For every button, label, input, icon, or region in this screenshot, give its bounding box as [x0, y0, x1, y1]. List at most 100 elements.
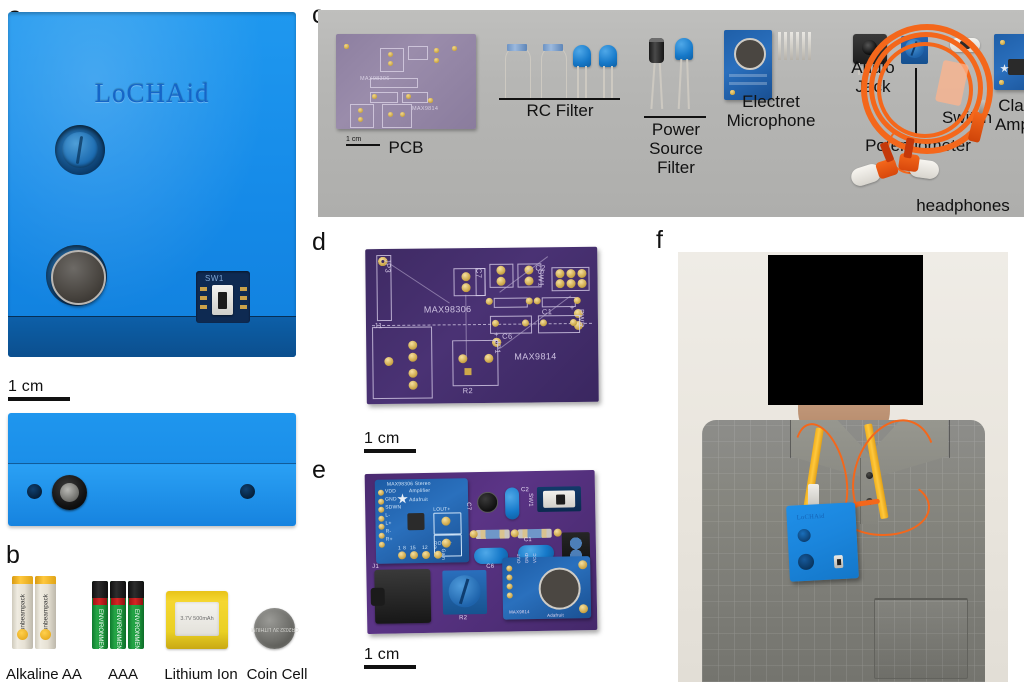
component-label-electret-microphone: Electret Microphone [726, 92, 816, 131]
battery-lipo-window: 3.7V 500mAh [175, 602, 219, 636]
silkscreen-c7: C7 [474, 267, 484, 279]
resistor-2 [517, 528, 552, 539]
silkscreen-c7-e: C7 [465, 502, 472, 511]
audio-jack-port[interactable] [52, 475, 87, 510]
breakout-pin-rminus: R- [385, 528, 392, 535]
battery-label: AAA [107, 666, 138, 683]
breakout-brand: Adafruit [409, 496, 428, 504]
breakout-pin-vdd: VDD [384, 488, 397, 495]
component-header-pins-silver [778, 32, 811, 60]
panel-a-enclosure-top-photo: LoCHAid SW1 [8, 12, 296, 357]
component-electret-microphone [724, 30, 772, 100]
figure-canvas: a LoCHAid SW1 1 cm [0, 0, 1024, 691]
potentiometer-knob[interactable] [55, 125, 105, 175]
component-pcb: MAX98306 MAX9814 [336, 34, 476, 129]
battery-aaa-brand-text: ENVIRONMENT [133, 609, 139, 654]
breakout-pin-lplus: L+ [385, 520, 392, 527]
battery-cell-aa: sunbeampack [35, 576, 56, 649]
bare-pcb-board: JP3 MAX98306 MAX9814 C7 C2 SW1 + PWR C6 … [365, 246, 599, 405]
silkscreen-c6-e: C6 [486, 563, 495, 570]
switch-sw1-module[interactable] [536, 486, 582, 513]
silkscreen-plus-2: + [494, 329, 499, 339]
silkscreen-j1-e: J1 [372, 563, 380, 570]
breakout-pin-gnd: GND [385, 496, 397, 503]
panel-f-person-wearing-device: LoCHAid [678, 252, 1008, 682]
assembled-pcb-board: MAX98306 Stereo Amplifier Adafruit VDD G… [364, 470, 598, 634]
battery-aa-brand-text: sunbeampack [42, 594, 49, 635]
breakout-subtitle: Amplifier [408, 487, 431, 495]
power-switch-module[interactable]: SW1 [196, 271, 250, 323]
component-underline-rc-filter [499, 98, 620, 100]
switch-body[interactable] [212, 285, 233, 315]
component-label-pcb: PCB [388, 138, 424, 157]
breakout-title: MAX98306 Stereo [386, 480, 431, 488]
battery-cell-coin: CR2032 3V LITHIUM [250, 608, 299, 649]
battery-group-alkaline-aa: sunbeampack sunbeampack [12, 576, 56, 649]
enclosure-emboss-text: LoCHAid [94, 78, 210, 108]
silkscreen-c1-e: C1 [523, 537, 532, 544]
mic-brand: Adafruit [547, 612, 564, 618]
battery-group-aaa: ENVIRONMENT ENVIRONMENT ENVIRONMENT [92, 581, 144, 653]
worn-device-potentiometer [797, 528, 811, 543]
panel-c-components-tray: MAX98306 MAX9814 1 cm PCB RC Filter Powe… [318, 10, 1024, 217]
lanyard-hole-right [240, 484, 255, 499]
microphone-port [46, 245, 107, 306]
face-redaction-box [768, 255, 923, 405]
panel-letter-f: f [656, 226, 663, 254]
resistor-1 [475, 529, 510, 540]
scalebar-label-d: 1 cm [364, 430, 400, 447]
worn-device-emboss-text: LoCHAid [796, 512, 825, 522]
battery-coin-text: CR2032 3V LITHIUM [250, 625, 299, 632]
adafruit-star-logo [397, 493, 408, 504]
audio-jack-module[interactable] [374, 568, 432, 624]
component-label-power-source-filter: Power Source Filter [649, 120, 703, 178]
scalebar-line-a [8, 396, 70, 401]
microphone-capsule [51, 250, 106, 305]
potentiometer-knob-cap [62, 132, 98, 168]
max9814-microphone-module: OUT GND VCC Adafruit MAX9814 [502, 552, 592, 620]
component-label-rc-filter: RC Filter [526, 101, 594, 120]
breakout-pin-rplus: R+ [385, 536, 393, 543]
worn-device-switch [833, 554, 844, 569]
breakout-pin-lminus: L- [385, 512, 391, 519]
blue-capacitor-c2 [504, 487, 520, 520]
switch-pads-left [200, 287, 207, 313]
scalebar-panel-e: 1 cm [364, 646, 416, 669]
lanyard-hole-left [27, 484, 42, 499]
mic-part-number: MAX9814 [509, 609, 530, 615]
battery-group-coin-cell: CR2032 3V LITHIUM [250, 608, 299, 649]
battery-cell-aaa: ENVIRONMENT [128, 581, 144, 653]
battery-cell-aa: sunbeampack [12, 576, 33, 649]
breakout-pin-sdwn: SDWN [385, 504, 402, 511]
battery-label: Alkaline AA [6, 666, 82, 683]
microphone-capsule-e [538, 567, 582, 610]
enclosure-side-shell [8, 413, 296, 526]
silkscreen-max9814: MAX9814 [514, 351, 557, 362]
worn-lochaid-device: LoCHAid [786, 502, 859, 582]
max98306-breakout-module: MAX98306 Stereo Amplifier Adafruit VDD G… [374, 478, 470, 564]
battery-cell-aaa: ENVIRONMENT [92, 581, 108, 653]
lanyard-clip [808, 484, 819, 506]
panel-a-enclosure-side-photo [8, 413, 296, 526]
pcb-silkscreen-max9814: MAX9814 [412, 106, 439, 112]
scalebar-line-e [364, 664, 416, 669]
scalebar-line-d [364, 448, 416, 453]
mic-pin-gnd: GND [524, 552, 530, 564]
battery-cell-aaa: ENVIRONMENT [110, 581, 126, 653]
mic-pin-vcc: VCC [532, 553, 538, 564]
mic-pin-out: OUT [516, 553, 522, 564]
battery-lipo-text: 3.7V 500mAh [180, 616, 214, 622]
switch-silkscreen-label: SW1 [205, 274, 224, 283]
scalebar-label-e: 1 cm [364, 646, 400, 663]
silkscreen-r2-e: R2 [459, 615, 468, 622]
battery-cell-lipo: 3.7V 500mAh [166, 591, 228, 649]
component-rc-filter [503, 32, 621, 99]
scalebar-label-a: 1 cm [8, 378, 44, 395]
electrolytic-capacitor-c7 [476, 491, 499, 514]
battery-label: Lithium Ion [164, 666, 238, 683]
component-underline-power-filter [644, 116, 706, 118]
switch-lever[interactable] [218, 292, 227, 309]
potentiometer-r2[interactable] [442, 569, 488, 615]
battery-group-lithium-ion: 3.7V 500mAh [166, 591, 228, 649]
component-headphones [843, 20, 1013, 210]
